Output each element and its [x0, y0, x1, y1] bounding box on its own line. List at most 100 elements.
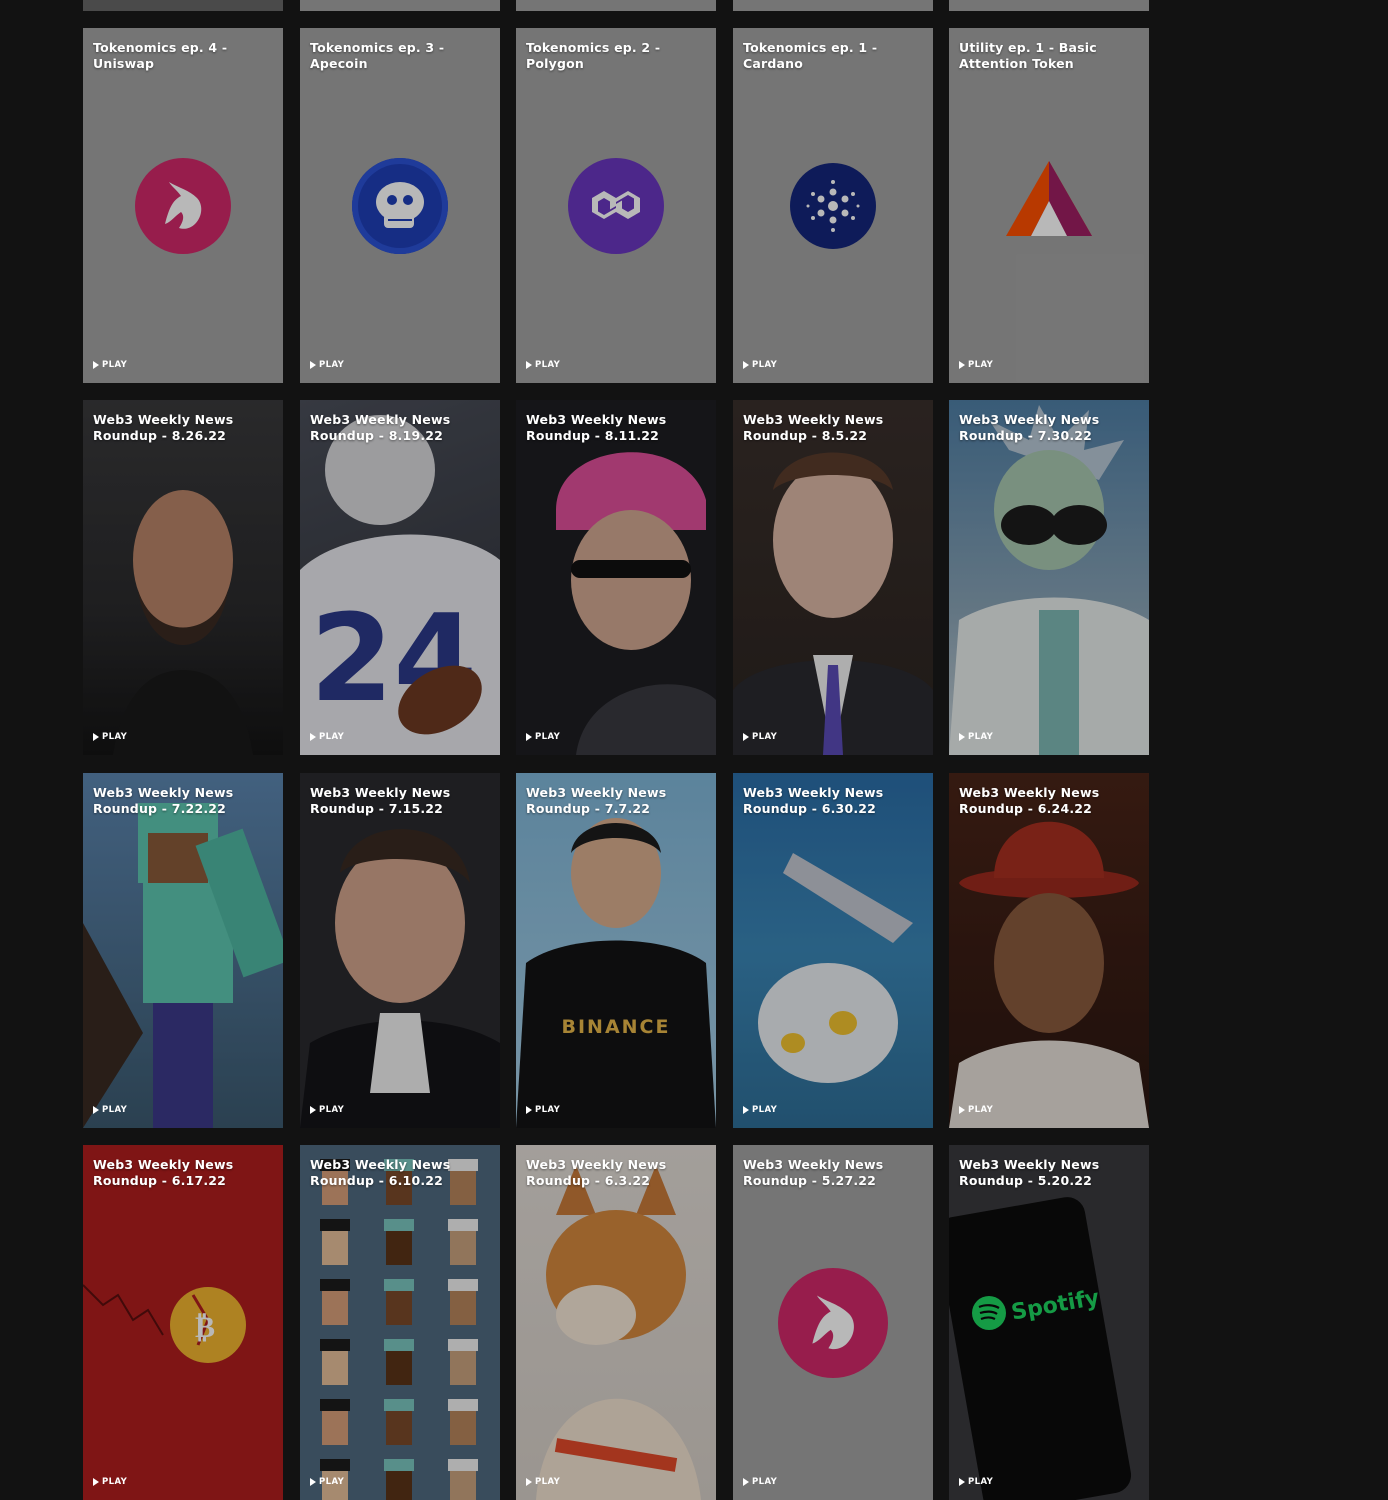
video-card[interactable]: Web3 Weekly News Roundup - 8.26.22 PLAY: [83, 400, 283, 755]
video-card[interactable]: Web3 Weekly News Roundup - 7.15.22 PLAY: [300, 773, 500, 1128]
play-button[interactable]: PLAY: [93, 732, 127, 742]
video-card[interactable]: Web3 Weekly News Roundup - 7.30.22 PLAY: [949, 400, 1149, 755]
play-button[interactable]: PLAY: [93, 360, 127, 370]
play-icon: [526, 1478, 532, 1486]
play-label: PLAY: [968, 732, 994, 742]
video-title: Web3 Weekly News Roundup - 5.27.22: [743, 1157, 884, 1188]
play-icon: [526, 361, 532, 369]
video-card[interactable]: Tokenomics ep. 4 - Uniswap PLAY: [83, 28, 283, 383]
video-card-previous[interactable]: [300, 0, 500, 11]
play-icon: [959, 1106, 965, 1114]
play-button[interactable]: PLAY: [743, 1477, 777, 1487]
video-title: Web3 Weekly News Roundup - 8.5.22: [743, 412, 884, 443]
hoodie-logo-text: BINANCE: [561, 1016, 671, 1038]
video-row: Web3 Weekly News Roundup - 8.26.22 PLAY …: [83, 400, 1149, 755]
play-label: PLAY: [102, 1477, 128, 1487]
play-button[interactable]: PLAY: [959, 360, 993, 370]
play-label: PLAY: [102, 360, 128, 370]
play-button[interactable]: PLAY: [959, 1105, 993, 1115]
play-button[interactable]: PLAY: [959, 732, 993, 742]
play-label: PLAY: [319, 1477, 345, 1487]
video-title: Web3 Weekly News Roundup - 6.10.22: [310, 1157, 451, 1188]
play-button[interactable]: PLAY: [526, 732, 560, 742]
play-button[interactable]: PLAY: [743, 732, 777, 742]
video-card-previous[interactable]: [516, 0, 716, 11]
play-label: PLAY: [752, 732, 778, 742]
video-card-previous[interactable]: [949, 0, 1149, 11]
football-player-photo: 24: [300, 400, 500, 755]
play-icon: [310, 1478, 316, 1486]
speaker-photo: BINANCE: [516, 773, 716, 1128]
play-label: PLAY: [752, 1105, 778, 1115]
video-card[interactable]: Spotify Web3 Weekly News Roundup - 5.20.…: [949, 1145, 1149, 1500]
video-card[interactable]: Web3 Weekly News Roundup - 5.27.22 PLAY: [733, 1145, 933, 1500]
play-icon: [310, 1106, 316, 1114]
video-title: Web3 Weekly News Roundup - 5.20.22: [959, 1157, 1100, 1188]
video-card[interactable]: Web3 Weekly News Roundup - 6.3.22 PLAY: [516, 1145, 716, 1500]
video-card[interactable]: Web3 Weekly News Roundup - 6.30.22 PLAY: [733, 773, 933, 1128]
video-title: Web3 Weekly News Roundup - 6.24.22: [959, 785, 1100, 816]
video-title: Web3 Weekly News Roundup - 7.22.22: [93, 785, 234, 816]
creature-artwork: [733, 773, 933, 1128]
video-title: Web3 Weekly News Roundup - 8.11.22: [526, 412, 667, 443]
play-button[interactable]: PLAY: [526, 1105, 560, 1115]
play-label: PLAY: [102, 1105, 128, 1115]
play-button[interactable]: PLAY: [93, 1477, 127, 1487]
play-button[interactable]: PLAY: [526, 1477, 560, 1487]
video-card-previous[interactable]: [83, 0, 283, 11]
play-button[interactable]: PLAY: [93, 1105, 127, 1115]
phone-photo: Spotify: [949, 1145, 1149, 1500]
uniswap-unicorn-icon: [135, 157, 231, 254]
video-card[interactable]: Web3 Weekly News Roundup - 7.22.22 PLAY: [83, 773, 283, 1128]
video-row-previous: [83, 0, 1149, 11]
play-label: PLAY: [752, 360, 778, 370]
video-card[interactable]: Tokenomics ep. 2 - Polygon PLAY: [516, 28, 716, 383]
video-card[interactable]: ₿ Web3 Weekly News Roundup - 6.17.22 PLA…: [83, 1145, 283, 1500]
video-card[interactable]: Tokenomics ep. 1 - Cardano PLAY: [733, 28, 933, 383]
play-icon: [310, 733, 316, 741]
video-card[interactable]: Web3 Weekly News Roundup - 6.24.22 PLAY: [949, 773, 1149, 1128]
play-label: PLAY: [102, 732, 128, 742]
play-label: PLAY: [535, 1105, 561, 1115]
video-card-previous[interactable]: [733, 0, 933, 11]
svg-text:₿: ₿: [195, 1310, 215, 1345]
cardano-icon: [790, 162, 876, 249]
video-title: Web3 Weekly News Roundup - 8.26.22: [93, 412, 234, 443]
play-button[interactable]: PLAY: [526, 360, 560, 370]
uniswap-unicorn-icon: [778, 1267, 888, 1378]
play-icon: [959, 733, 965, 741]
video-card[interactable]: 24 Web3 Weekly News Roundup - 8.19.22 PL…: [300, 400, 500, 755]
video-title: Web3 Weekly News Roundup - 7.15.22: [310, 785, 451, 816]
play-icon: [93, 1106, 99, 1114]
play-label: PLAY: [319, 360, 345, 370]
video-card[interactable]: Web3 Weekly News Roundup - 6.10.22 PLAY: [300, 1145, 500, 1500]
play-icon: [743, 733, 749, 741]
video-card[interactable]: Utility ep. 1 - Basic Attention Token PL…: [949, 28, 1149, 383]
play-button[interactable]: PLAY: [743, 360, 777, 370]
cartoon-scientist-image: [949, 400, 1149, 755]
video-title: Web3 Weekly News Roundup - 8.19.22: [310, 412, 451, 443]
video-title: Tokenomics ep. 3 - Apecoin: [310, 40, 445, 71]
play-icon: [93, 361, 99, 369]
video-row: Tokenomics ep. 4 - Uniswap PLAY Tokenomi…: [83, 28, 1149, 383]
play-button[interactable]: PLAY: [743, 1105, 777, 1115]
tuxedo-portrait-photo: [300, 773, 500, 1128]
play-icon: [743, 361, 749, 369]
ape-skull-icon: [352, 157, 448, 254]
video-card[interactable]: Web3 Weekly News Roundup - 8.11.22 PLAY: [516, 400, 716, 755]
play-button[interactable]: PLAY: [959, 1477, 993, 1487]
play-icon: [93, 733, 99, 741]
play-icon: [743, 1478, 749, 1486]
polygon-icon: [568, 157, 664, 254]
play-button[interactable]: PLAY: [310, 1105, 344, 1115]
play-icon: [93, 1478, 99, 1486]
bat-logo-art: [949, 28, 1149, 383]
play-icon: [310, 361, 316, 369]
pink-beanie-portrait-photo: [516, 400, 716, 755]
play-button[interactable]: PLAY: [310, 732, 344, 742]
play-button[interactable]: PLAY: [310, 360, 344, 370]
play-button[interactable]: PLAY: [310, 1477, 344, 1487]
video-card[interactable]: Tokenomics ep. 3 - Apecoin PLAY: [300, 28, 500, 383]
video-card[interactable]: Web3 Weekly News Roundup - 8.5.22 PLAY: [733, 400, 933, 755]
video-card[interactable]: BINANCE Web3 Weekly News Roundup - 7.7.2…: [516, 773, 716, 1128]
